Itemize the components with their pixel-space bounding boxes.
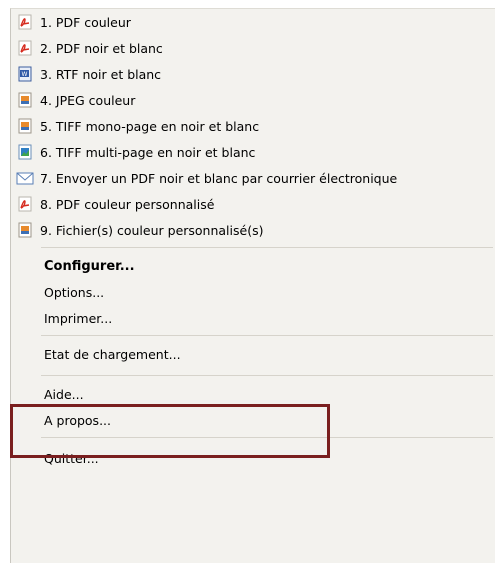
menu-item-envoyer-pdf-courrier[interactable]: 7. Envoyer un PDF noir et blanc par cour… — [11, 165, 495, 191]
menu-item-label: 7. Envoyer un PDF noir et blanc par cour… — [40, 170, 398, 186]
menu-item-label: Imprimer... — [44, 310, 113, 326]
menu-item-label: 8. PDF couleur personnalisé — [40, 196, 215, 212]
menu-item-label: 4. JPEG couleur — [40, 92, 136, 108]
menu-item-rtf-noir-blanc[interactable]: W 3. RTF noir et blanc — [11, 61, 495, 87]
image-multipage-icon — [16, 143, 34, 161]
menu-item-configurer[interactable]: Configurer... — [11, 253, 495, 279]
image-icon — [16, 221, 34, 239]
context-menu: 1. PDF couleur 2. PDF noir et blanc W 3.… — [10, 8, 495, 563]
menu-item-label: 9. Fichier(s) couleur personnalisé(s) — [40, 222, 264, 238]
menu-item-options[interactable]: Options... — [11, 279, 495, 305]
menu-item-tiff-multi-page[interactable]: 6. TIFF multi-page en noir et blanc — [11, 139, 495, 165]
email-icon — [16, 169, 34, 187]
menu-item-jpeg-couleur[interactable]: 4. JPEG couleur — [11, 87, 495, 113]
menu-separator — [41, 335, 493, 336]
menu-item-fichiers-couleur-personnalises[interactable]: 9. Fichier(s) couleur personnalisé(s) — [11, 217, 495, 243]
image-icon — [16, 91, 34, 109]
menu-item-label: Etat de chargement... — [44, 346, 181, 362]
pdf-icon — [16, 13, 34, 31]
menu-item-label: 1. PDF couleur — [40, 14, 131, 30]
highlight-annotation-box — [10, 404, 330, 458]
menu-item-label: 3. RTF noir et blanc — [40, 66, 162, 82]
menu-item-label: 5. TIFF mono-page en noir et blanc — [40, 118, 260, 134]
menu-item-label: Aide... — [44, 386, 84, 402]
pdf-icon — [16, 39, 34, 57]
pdf-icon — [16, 195, 34, 213]
menu-item-label: 2. PDF noir et blanc — [40, 40, 163, 56]
menu-item-pdf-couleur-personnalise[interactable]: 8. PDF couleur personnalisé — [11, 191, 495, 217]
word-document-icon: W — [16, 65, 34, 83]
menu-item-imprimer[interactable]: Imprimer... — [11, 305, 495, 331]
svg-text:W: W — [22, 71, 28, 78]
menu-item-label: 6. TIFF multi-page en noir et blanc — [40, 144, 256, 160]
menu-item-etat-chargement[interactable]: Etat de chargement... — [11, 341, 495, 367]
menu-item-tiff-mono-page[interactable]: 5. TIFF mono-page en noir et blanc — [11, 113, 495, 139]
menu-separator — [41, 247, 493, 248]
menu-separator — [41, 375, 493, 376]
menu-item-pdf-noir-blanc[interactable]: 2. PDF noir et blanc — [11, 35, 495, 61]
menu-item-pdf-couleur[interactable]: 1. PDF couleur — [11, 9, 495, 35]
image-icon — [16, 117, 34, 135]
menu-item-label: Configurer... — [44, 258, 135, 274]
menu-item-label: Options... — [44, 284, 105, 300]
